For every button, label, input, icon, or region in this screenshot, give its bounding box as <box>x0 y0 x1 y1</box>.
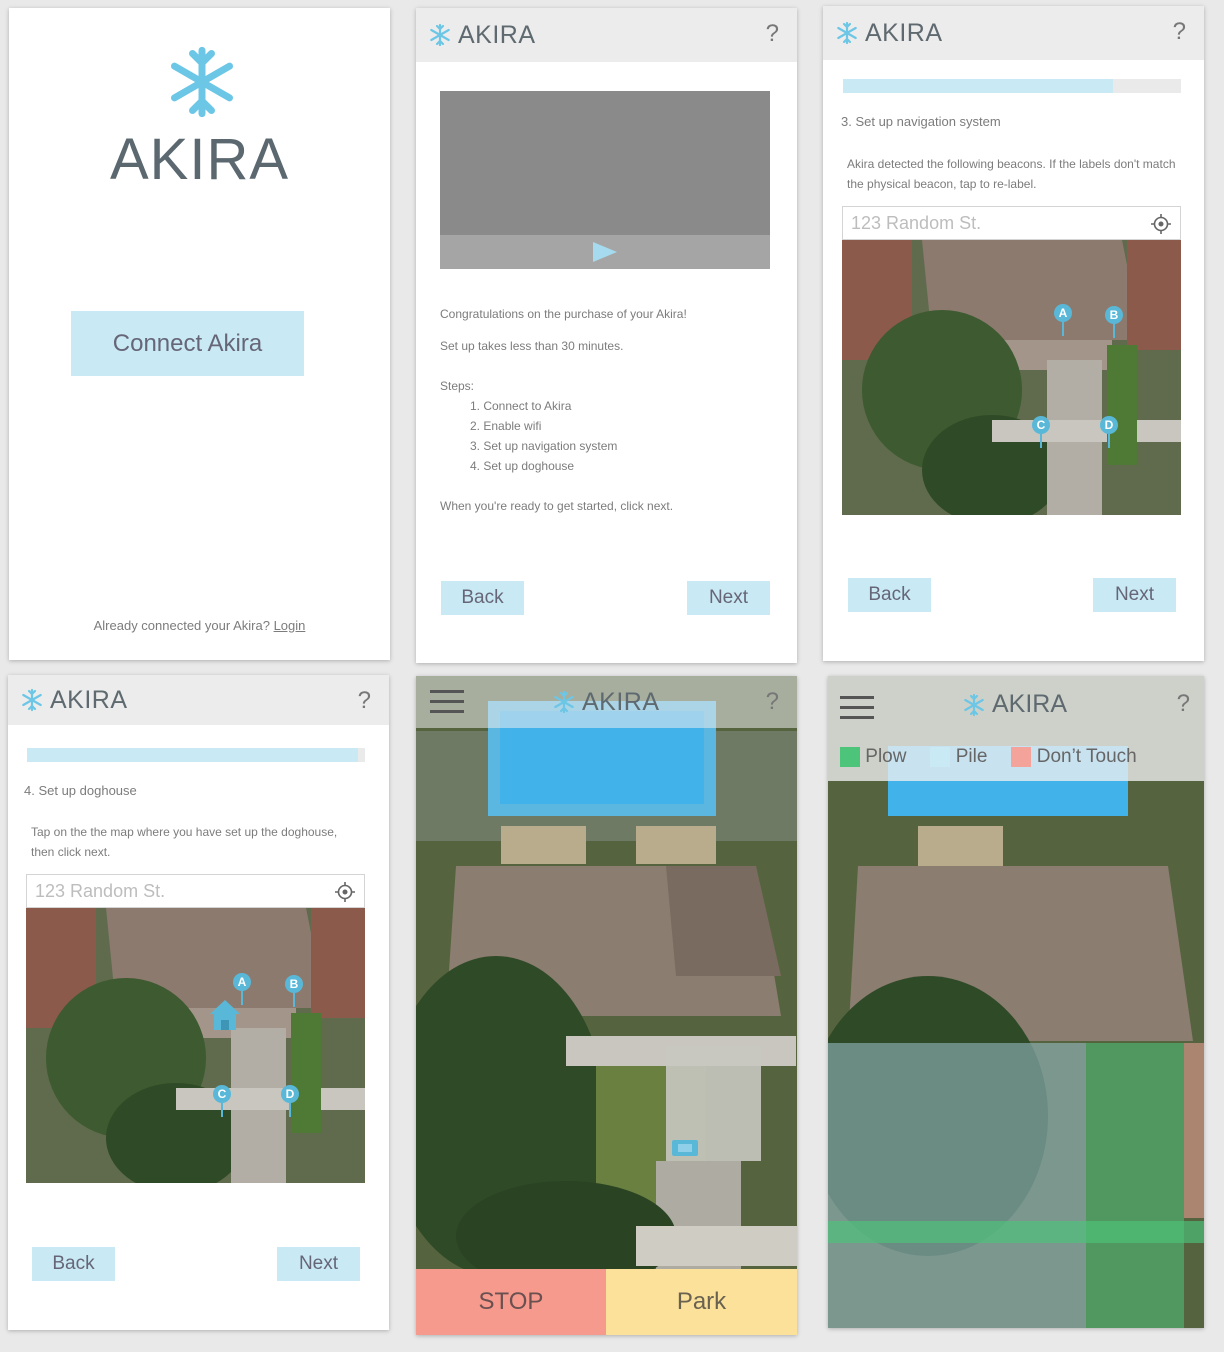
app-title: AKIRA <box>582 687 660 716</box>
setup-time-text: Set up takes less than 30 minutes. <box>440 339 624 353</box>
plow-swatch <box>840 746 860 767</box>
snowflake-icon <box>430 23 450 47</box>
beacon-pin-c[interactable]: C <box>213 1085 231 1117</box>
step-instructions: Tap on the the map where you have set up… <box>31 825 338 859</box>
app-header: AKIRA ? <box>416 676 797 728</box>
park-button[interactable]: Park <box>606 1269 797 1335</box>
satellite-map[interactable]: A B C D <box>26 908 365 1183</box>
beacon-pin-d[interactable]: D <box>1100 416 1118 448</box>
help-button[interactable]: ? <box>766 688 779 716</box>
intro-screen: AKIRA ? Congratulations on the purchase … <box>416 8 797 663</box>
step-item: 4. Set up doghouse <box>470 459 575 473</box>
get-started-text: When you're ready to get started, click … <box>440 499 674 513</box>
menu-icon[interactable] <box>430 690 464 714</box>
connect-akira-button[interactable]: Connect Akira <box>71 311 304 376</box>
step-item: 3. Set up navigation system <box>470 439 618 453</box>
step-item: 1. Connect to Akira <box>470 399 572 413</box>
setup-progress-bar <box>27 748 365 762</box>
locate-icon[interactable] <box>334 881 356 903</box>
aerial-yard-map[interactable] <box>416 676 797 1335</box>
doghouse-setup-screen: AKIRA ? 4. Set up doghouse Tap on the th… <box>8 675 389 1330</box>
aerial-image <box>842 240 1181 515</box>
satellite-map[interactable]: A B C D <box>842 240 1181 515</box>
back-button[interactable]: Back <box>32 1247 115 1281</box>
app-title: AKIRA <box>458 20 536 49</box>
next-button[interactable]: Next <box>1093 578 1176 612</box>
step-heading: 3. Set up navigation system <box>841 114 1001 129</box>
beacon-pin-b[interactable]: B <box>1105 306 1123 338</box>
step-instructions: Akira detected the following beacons. If… <box>847 157 1176 191</box>
play-icon[interactable] <box>593 242 617 262</box>
app-title: AKIRA <box>865 18 943 47</box>
back-button[interactable]: Back <box>441 581 524 615</box>
robot-position-icon <box>672 1140 698 1156</box>
zone-legend: Plow Pile Don’t Touch <box>840 746 1137 768</box>
steps-heading: Steps: <box>440 379 475 393</box>
address-placeholder: 123 Random St. <box>35 880 166 901</box>
login-link[interactable]: Login <box>274 618 306 633</box>
steps-list: 1. Connect to Akira 2. Enable wifi 3. Se… <box>440 396 770 476</box>
snowflake-logo-icon <box>164 44 240 120</box>
help-button[interactable]: ? <box>1177 690 1190 718</box>
address-search-input[interactable]: 123 Random St. <box>842 206 1181 240</box>
beacon-pin-c[interactable]: C <box>1032 416 1050 448</box>
beacon-pin-a[interactable]: A <box>1054 304 1072 336</box>
menu-icon[interactable] <box>840 696 874 720</box>
snowflake-icon <box>964 693 984 716</box>
doghouse-marker-icon[interactable] <box>208 998 242 1032</box>
app-header: AKIRA ? <box>8 675 389 725</box>
step-heading: 4. Set up doghouse <box>24 783 137 798</box>
next-button[interactable]: Next <box>277 1247 360 1281</box>
step-item: 2. Enable wifi <box>470 419 542 433</box>
next-button[interactable]: Next <box>687 581 770 615</box>
address-placeholder: 123 Random St. <box>851 212 982 233</box>
snowflake-icon <box>837 21 857 45</box>
locate-icon[interactable] <box>1150 213 1172 235</box>
app-title: AKIRA <box>50 685 128 714</box>
help-button[interactable]: ? <box>766 20 779 48</box>
video-player[interactable] <box>440 91 770 269</box>
already-connected-text: Already connected your Akira? <box>93 618 270 633</box>
legend-plow[interactable]: Plow <box>840 746 906 768</box>
beacon-pin-b[interactable]: B <box>285 975 303 1007</box>
app-header: AKIRA ? <box>823 6 1204 60</box>
aerial-image <box>26 908 365 1183</box>
legend-pile[interactable]: Pile <box>930 746 987 768</box>
live-control-screen: AKIRA ? STOP Park <box>416 676 797 1335</box>
dont-touch-swatch <box>1011 746 1032 767</box>
congrats-text: Congratulations on the purchase of your … <box>440 307 687 321</box>
pile-swatch <box>930 746 951 767</box>
help-button[interactable]: ? <box>358 687 371 715</box>
brand-wordmark: AKIRA <box>109 127 290 192</box>
app-header: AKIRA ? <box>416 8 797 62</box>
back-button[interactable]: Back <box>848 578 931 612</box>
app-title: AKIRA <box>992 690 1068 718</box>
login-prompt: Already connected your Akira? Login <box>9 618 390 633</box>
zone-map-screen: AKIRA ? Plow Pile Don’t Touch <box>828 676 1204 1328</box>
snowflake-icon <box>22 688 42 712</box>
snowflake-icon <box>554 690 574 714</box>
beacon-pin-d[interactable]: D <box>281 1085 299 1117</box>
stop-button[interactable]: STOP <box>416 1269 606 1335</box>
beacon-pin-a[interactable]: A <box>233 973 251 1005</box>
legend-dont-touch[interactable]: Don’t Touch <box>1011 746 1137 768</box>
setup-progress-bar <box>843 79 1181 93</box>
help-button[interactable]: ? <box>1173 18 1186 46</box>
address-search-input[interactable]: 123 Random St. <box>26 874 365 908</box>
welcome-screen: AKIRA Connect Akira Already connected yo… <box>9 8 390 660</box>
navigation-setup-screen: AKIRA ? 3. Set up navigation system Akir… <box>823 6 1204 661</box>
